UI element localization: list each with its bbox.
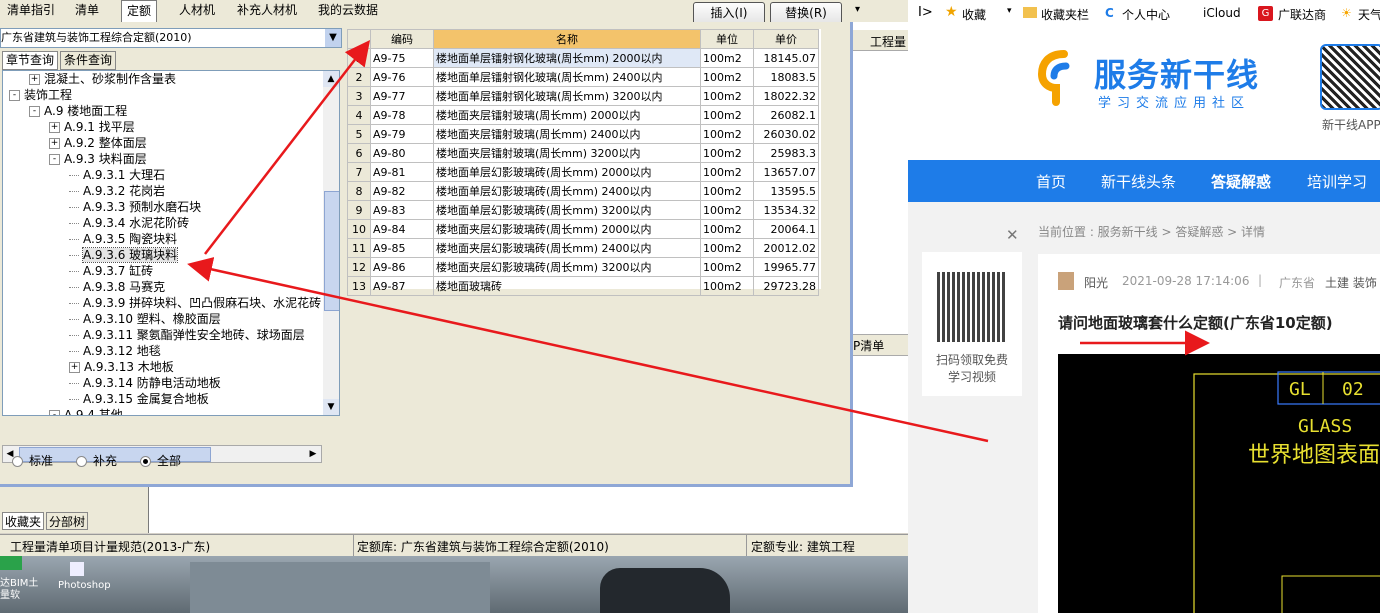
annotation-arrows [187,40,1210,443]
arrow-to-glass-node [187,257,989,443]
arrow-to-code-column [204,40,371,255]
